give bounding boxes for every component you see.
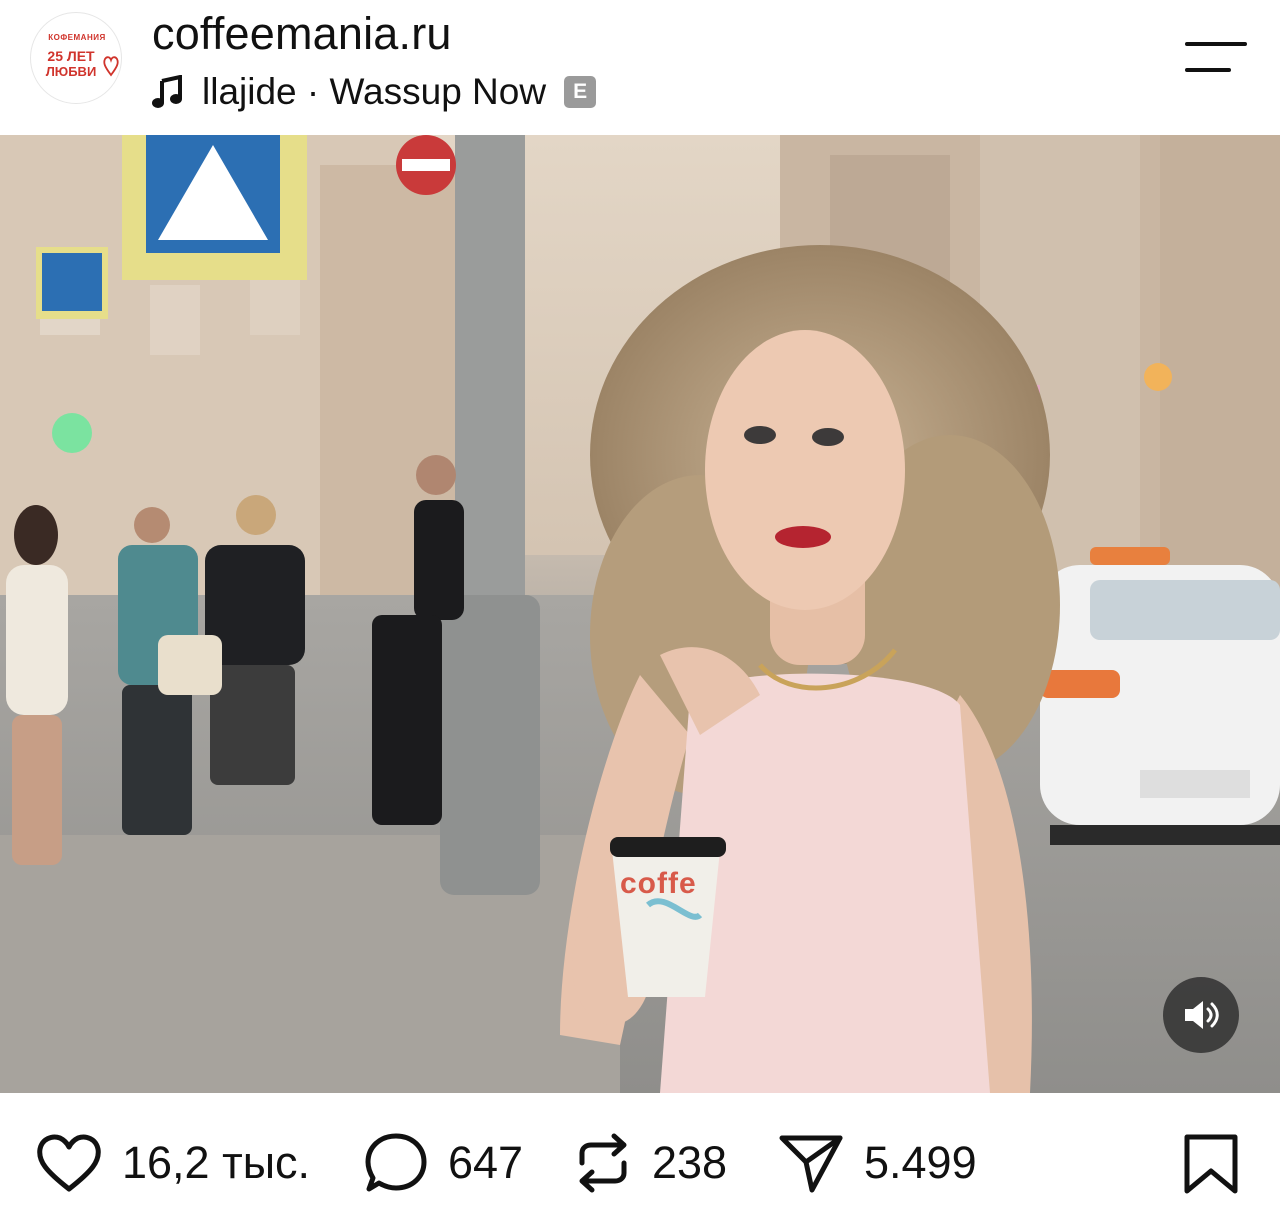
shares-count: 5.499 — [864, 1137, 977, 1188]
avatar-love-text: ЛЮБВИ — [45, 64, 97, 79]
send-icon — [779, 1135, 843, 1193]
music-track-label: llajide · Wassup Now — [202, 71, 547, 112]
comment-icon — [365, 1133, 427, 1192]
comments-count: 647 — [448, 1137, 524, 1188]
cup-text: coffe — [620, 867, 697, 900]
comment-button[interactable]: 647 — [364, 1133, 523, 1193]
heart-icon — [37, 1134, 101, 1192]
music-note-icon — [152, 75, 182, 108]
post-video[interactable]: coffe — [0, 135, 1280, 1093]
bookmark-icon[interactable] — [1183, 1133, 1239, 1195]
like-button[interactable]: 16,2 тыс. — [36, 1133, 310, 1193]
repost-icon — [579, 1133, 627, 1193]
menu-icon[interactable] — [1185, 40, 1247, 74]
avatar-years-text: 25 ЛЕТ — [47, 48, 95, 64]
music-info[interactable]: llajide · Wassup Now E — [152, 70, 597, 114]
reposts-count: 238 — [652, 1137, 728, 1188]
repost-button[interactable]: 238 — [574, 1133, 727, 1193]
likes-count: 16,2 тыс. — [122, 1137, 311, 1188]
avatar[interactable]: КОФЕМАНИЯ 25 ЛЕТ ЛЮБВИ — [30, 12, 122, 104]
sound-toggle-button[interactable] — [1163, 977, 1239, 1053]
explicit-badge: E — [564, 76, 597, 108]
share-button[interactable]: 5.499 — [778, 1133, 977, 1193]
post-actions: 16,2 тыс. 647 238 5.499 — [0, 1093, 1280, 1221]
post-header: КОФЕМАНИЯ 25 ЛЕТ ЛЮБВИ coffeemania.ru ll… — [0, 0, 1280, 135]
avatar-brand-text: КОФЕМАНИЯ — [48, 33, 106, 42]
username[interactable]: coffeemania.ru — [152, 8, 452, 60]
heart-logo-icon — [103, 56, 119, 77]
street-scene-image — [0, 135, 1280, 1093]
speaker-icon — [1185, 1001, 1219, 1029]
